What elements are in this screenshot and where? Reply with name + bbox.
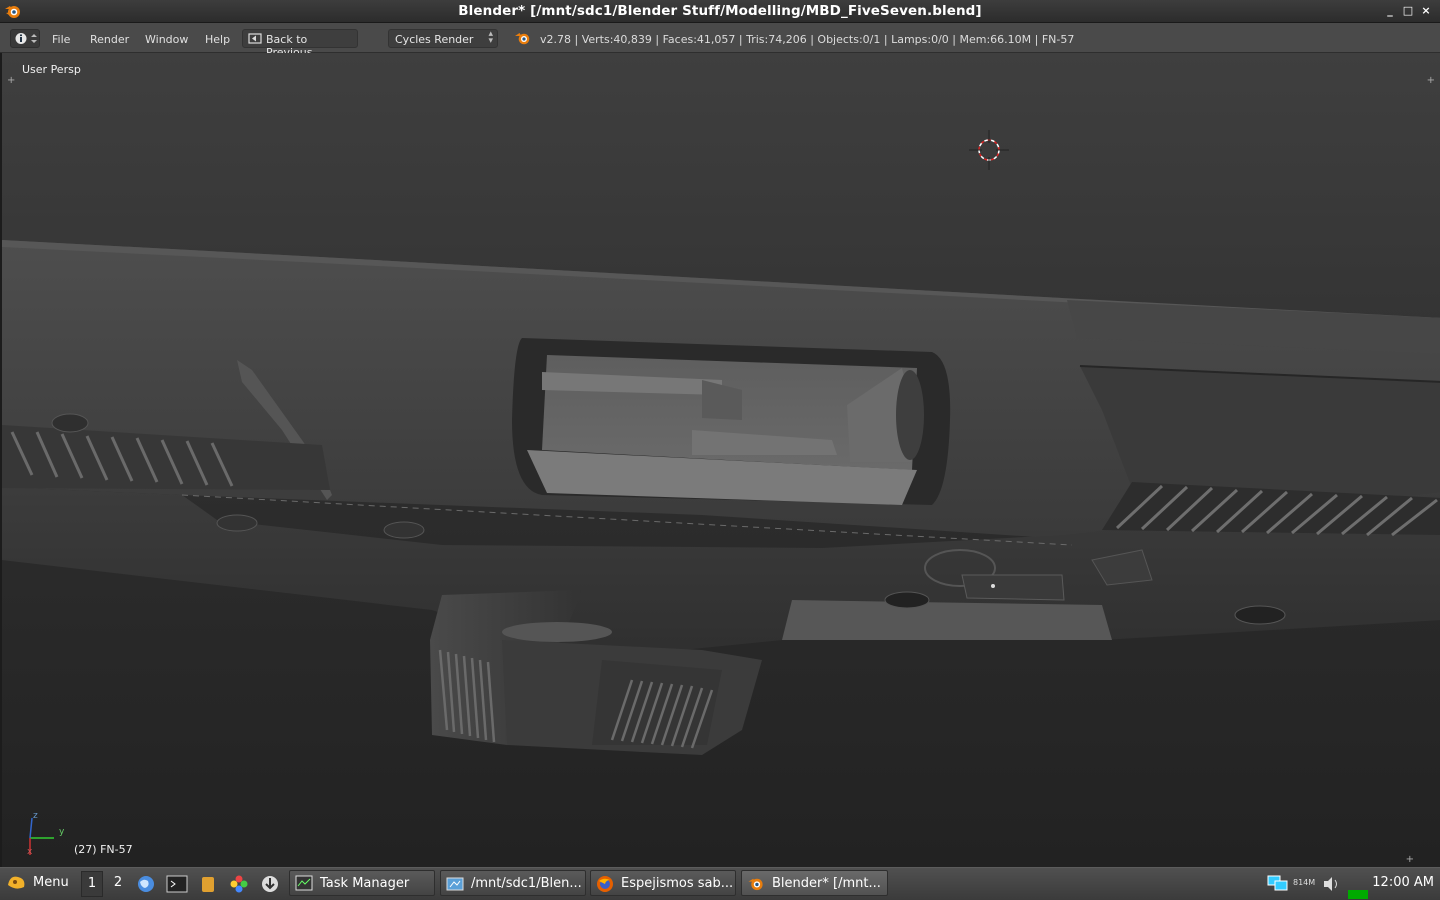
area-split-handle-top-right[interactable]: + — [1427, 75, 1435, 86]
task-file-manager[interactable]: /mnt/sdc1/Blen... — [440, 870, 586, 896]
fn57-pistol-model[interactable] — [2, 53, 1440, 867]
axis-y-label: y — [59, 827, 65, 837]
maximize-button[interactable]: □ — [1400, 3, 1416, 19]
area-split-handle-top-left[interactable]: + — [7, 75, 15, 86]
task-label: Task Manager — [320, 876, 410, 891]
system-taskbar: Menu 1 2 Task Manager /mnt/sdc1/Blen... — [0, 867, 1440, 900]
3d-cursor-icon[interactable] — [969, 130, 1009, 170]
photos-icon[interactable] — [229, 874, 249, 894]
axes-gizmo — [29, 817, 54, 855]
menu-render[interactable]: Render — [90, 33, 129, 46]
network-icon[interactable] — [1266, 872, 1290, 894]
back-arrow-icon — [248, 33, 262, 44]
system-monitor-graph — [1348, 890, 1368, 899]
network-usage-label: 814M — [1293, 878, 1316, 887]
blender-stats-icon — [515, 33, 530, 45]
firefox-icon — [597, 876, 613, 892]
viewport-view-name: User Persp — [22, 63, 81, 76]
files-icon[interactable] — [200, 874, 216, 894]
close-button[interactable]: × — [1418, 3, 1434, 19]
active-object-label: (27) FN-57 — [74, 843, 133, 856]
menu-window[interactable]: Window — [145, 33, 188, 46]
volume-icon[interactable] — [1322, 874, 1342, 894]
menu-help[interactable]: Help — [205, 33, 230, 46]
info-icon — [15, 33, 37, 44]
render-engine-value: Cycles Render — [395, 33, 474, 46]
minimize-button[interactable]: _ — [1382, 3, 1398, 19]
clock[interactable]: 12:00 AM — [1372, 875, 1434, 890]
update-manager-icon[interactable] — [260, 874, 280, 894]
task-label: Blender* [/mnt... — [772, 876, 881, 891]
terminal-icon[interactable] — [166, 874, 188, 894]
axis-z-label: z — [33, 811, 38, 821]
scene-statistics: v2.78 | Verts:40,839 | Faces:41,057 | Tr… — [540, 33, 1075, 46]
window-title: Blender* [/mnt/sdc1/Blender Stuff/Modell… — [458, 3, 982, 19]
menu-icon — [8, 876, 25, 889]
blender-icon — [748, 878, 763, 891]
area-split-handle-bottom-right[interactable]: + — [1406, 854, 1414, 865]
workspace-1[interactable]: 1 — [81, 871, 103, 897]
menu-label: Menu — [33, 875, 69, 890]
task-task-manager[interactable]: Task Manager — [289, 870, 435, 896]
menu-file[interactable]: File — [52, 33, 70, 46]
back-to-previous-button[interactable]: Back to Previous — [242, 29, 358, 59]
file-manager-icon — [446, 877, 464, 891]
task-label: Espejismos sab... — [621, 876, 734, 891]
window-titlebar: Blender* [/mnt/sdc1/Blender Stuff/Modell… — [0, 0, 1440, 23]
task-blender[interactable]: Blender* [/mnt... — [741, 870, 888, 896]
dropdown-arrows-icon: ▴ ▾ — [488, 29, 493, 46]
task-manager-icon — [295, 875, 313, 891]
start-menu-button[interactable]: Menu — [6, 872, 74, 896]
info-header: File Render Window Help Back to Previous… — [0, 23, 1440, 59]
task-label: /mnt/sdc1/Blen... — [471, 876, 582, 891]
task-firefox[interactable]: Espejismos sab... — [590, 870, 736, 896]
axis-x-label: x — [27, 847, 33, 857]
editor-type-selector[interactable] — [10, 29, 40, 48]
web-browser-icon[interactable] — [136, 874, 156, 894]
render-engine-dropdown[interactable]: Cycles Render ▴ ▾ — [388, 29, 498, 48]
workspace-2[interactable]: 2 — [108, 871, 128, 895]
3d-viewport[interactable]: User Persp (27) FN-57 y z x + + + — [0, 53, 1440, 867]
